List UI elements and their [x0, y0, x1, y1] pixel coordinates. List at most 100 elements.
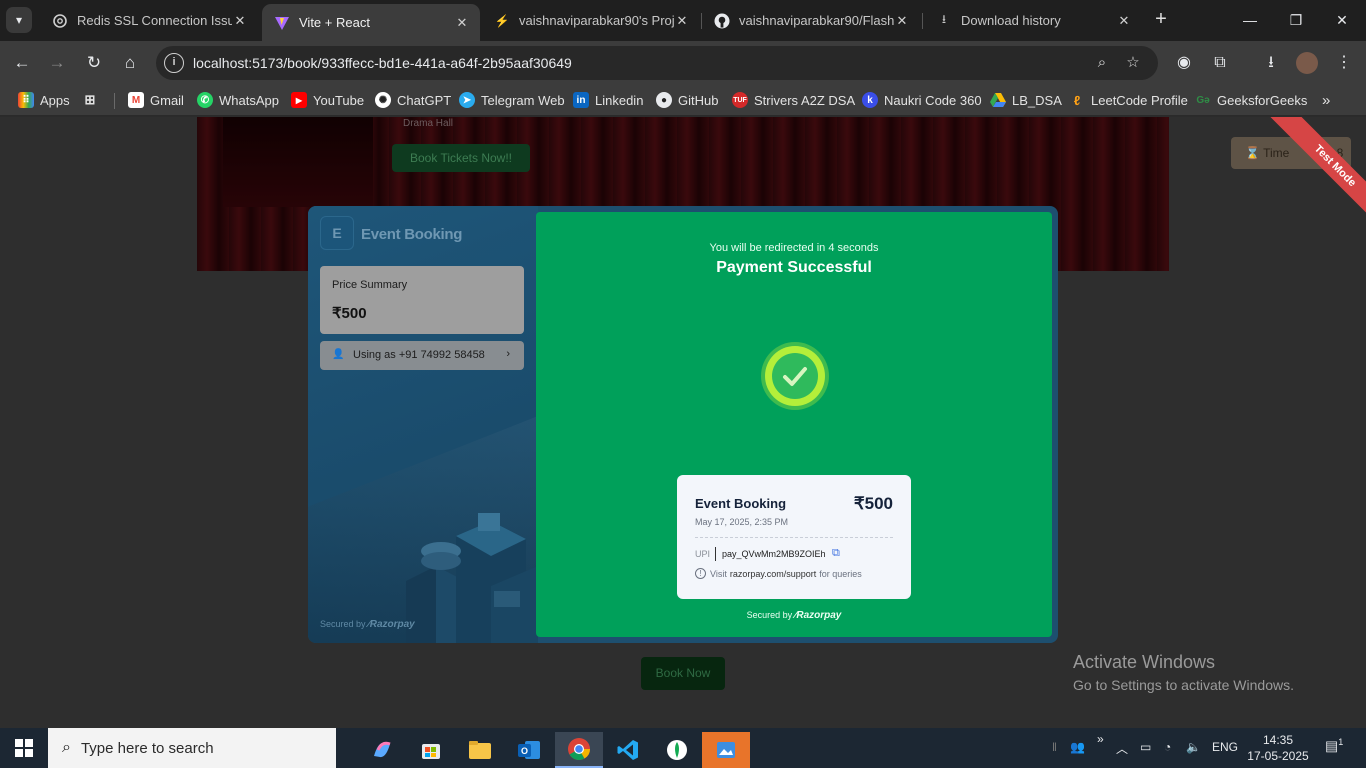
bookmark-star-icon[interactable]: ☆: [1123, 53, 1143, 73]
extension-icon[interactable]: ◉: [1173, 52, 1195, 74]
tab-github-repo[interactable]: vaishnaviparabkar90/FlashBo ✕: [702, 4, 920, 37]
browser-toolbar: ← → ↻ ⌂ i localhost:5173/book/933ffecc-b…: [0, 41, 1366, 85]
bookmark-github[interactable]: ● GitHub: [656, 91, 718, 109]
language-indicator[interactable]: ENG: [1212, 740, 1238, 754]
receipt-date: May 17, 2025, 2:35 PM: [695, 517, 789, 527]
tab-strip: ▾ Redis SSL Connection Issue ✕ Vite + Re…: [0, 0, 1366, 41]
tray-divider: ‖: [1052, 740, 1057, 754]
wifi-icon[interactable]: ◔: [1164, 740, 1171, 754]
bookmark-geeksforgeeks[interactable]: Gə GeeksforGeeks: [1195, 91, 1307, 109]
start-button[interactable]: [0, 728, 48, 768]
render-icon: ⚡: [494, 13, 510, 28]
back-button[interactable]: ←: [10, 51, 34, 75]
bookmark-chatgpt[interactable]: ✺ ChatGPT: [375, 91, 451, 109]
support-link[interactable]: razorpay.com/support: [730, 569, 816, 579]
minimize-button[interactable]: —: [1236, 8, 1264, 32]
book-now-button[interactable]: Book Now: [641, 657, 725, 690]
microsoft-store-icon[interactable]: [407, 732, 455, 768]
contact-text: Using as +91 74992 58458: [353, 349, 485, 361]
bookmark-whatsapp[interactable]: ✆ WhatsApp: [197, 91, 279, 109]
address-bar[interactable]: i localhost:5173/book/933ffecc-bd1e-441a…: [156, 46, 1158, 80]
extensions-puzzle-icon[interactable]: ⧉: [1209, 52, 1231, 74]
site-info-icon[interactable]: i: [164, 53, 184, 73]
bookmark-linkedin[interactable]: in Linkedin: [573, 91, 643, 109]
secured-by-label: Secured by: [320, 619, 366, 629]
contact-selector[interactable]: 👤 Using as +91 74992 58458 ›: [320, 341, 524, 370]
new-tab-button[interactable]: +: [1149, 8, 1173, 32]
price-summary-label: Price Summary: [332, 279, 408, 291]
chrome-taskbar-icon[interactable]: [555, 732, 603, 768]
tab-redis[interactable]: Redis SSL Connection Issue ✕: [40, 4, 258, 37]
checkout-summary-pane: E Event Booking Price Summary ₹500 👤 Usi…: [308, 206, 538, 643]
zoom-icon[interactable]: ⌕: [1092, 53, 1112, 73]
event-venue: Drama Hall: [403, 118, 454, 129]
close-icon[interactable]: ✕: [894, 13, 910, 29]
bookmark-label: Telegram Web: [481, 92, 565, 108]
payment-method: UPI: [695, 549, 711, 559]
url-text[interactable]: localhost:5173/book/933ffecc-bd1e-441a-a…: [193, 55, 572, 71]
copilot-icon[interactable]: [358, 732, 406, 768]
support-note: ! Visit razorpay.com/support for queries: [695, 568, 862, 579]
close-icon[interactable]: ✕: [1116, 13, 1132, 29]
close-icon[interactable]: ✕: [674, 13, 690, 29]
search-icon: ⌕: [62, 739, 71, 756]
people-icon[interactable]: 👥: [1070, 740, 1085, 754]
receipt-amount: ₹500: [853, 494, 893, 513]
outlook-icon[interactable]: O: [505, 732, 553, 768]
menu-kebab-icon[interactable]: ⋮: [1333, 52, 1355, 74]
bookmark-label: YouTube: [313, 92, 365, 108]
razorpay-logo: ⁄Razorpay: [794, 610, 842, 621]
bookmark-strivers[interactable]: TUF Strivers A2Z DSA: [732, 91, 855, 109]
downloads-icon[interactable]: ⭳: [1260, 52, 1282, 74]
page-content: Drama Hall Book Tickets Now!! ⌛ Time 8 T…: [0, 117, 1366, 728]
forward-button[interactable]: →: [45, 51, 69, 75]
github-icon: [714, 13, 730, 29]
tab-vite-react[interactable]: Vite + React ✕: [262, 4, 480, 41]
bookmark-label: LeetCode Profile: [1091, 92, 1188, 108]
download-icon: ⭳: [941, 12, 947, 26]
bookmark-leetcode[interactable]: ℓ LeetCode Profile: [1069, 91, 1188, 109]
vite-icon: [274, 15, 290, 31]
redirect-countdown: You will be redirected in 4 seconds: [709, 242, 879, 254]
file-explorer-icon[interactable]: [456, 732, 504, 768]
success-check-icon: [765, 346, 825, 406]
bookmark-lb-dsa[interactable]: LB_DSA: [990, 91, 1062, 109]
openai-icon: ✺: [375, 92, 391, 108]
profile-avatar[interactable]: [1296, 52, 1318, 74]
bookmark-label: Strivers A2Z DSA: [754, 92, 856, 108]
copy-icon[interactable]: ⧉: [832, 547, 840, 560]
secured-by-label: Secured by: [746, 610, 793, 620]
volume-icon[interactable]: 🔈: [1186, 740, 1201, 754]
bookmark-youtube[interactable]: ▶ YouTube: [291, 91, 364, 109]
paint-app-icon[interactable]: [702, 732, 750, 768]
tab-download-history[interactable]: ⭳ Download history ✕: [924, 4, 1142, 37]
home-button[interactable]: ⌂: [118, 51, 142, 75]
restore-button[interactable]: ❐: [1282, 8, 1310, 32]
vscode-icon[interactable]: [604, 732, 652, 768]
book-tickets-button[interactable]: Book Tickets Now!!: [392, 144, 530, 172]
notification-icon[interactable]: ▤1: [1325, 737, 1343, 755]
close-icon[interactable]: ✕: [232, 13, 248, 29]
chevron-overflow-icon[interactable]: »: [1097, 732, 1104, 746]
bookmark-apps[interactable]: ⠿ Apps: [18, 91, 70, 109]
price-summary-card: Price Summary ₹500: [320, 266, 524, 334]
bookmark-gmail[interactable]: M Gmail: [128, 91, 184, 109]
bookmark-tab-groups[interactable]: ⊞: [82, 91, 104, 109]
payment-id[interactable]: pay_QVwMm2MB9ZOIEh: [722, 549, 826, 559]
close-icon[interactable]: ✕: [454, 15, 470, 31]
bookmarks-overflow-icon[interactable]: »: [1322, 91, 1330, 109]
taskbar-search[interactable]: ⌕ Type here to search: [48, 728, 336, 768]
close-window-button[interactable]: ✕: [1328, 8, 1356, 32]
reload-button[interactable]: ↻: [82, 51, 106, 75]
bookmark-label: LB_DSA: [1012, 92, 1062, 108]
system-clock[interactable]: 14:35 17-05-2025: [1243, 732, 1313, 764]
chevron-up-icon[interactable]: ︿: [1116, 740, 1128, 757]
tab-render-project[interactable]: ⚡ vaishnaviparabkar90's Projec ✕: [482, 4, 700, 37]
mongodb-compass-icon[interactable]: [653, 732, 701, 768]
battery-icon[interactable]: ▭: [1140, 740, 1151, 754]
bookmark-telegram[interactable]: ➤ Telegram Web: [459, 91, 565, 109]
bookmark-naukri[interactable]: k Naukri Code 360: [862, 91, 982, 109]
tab-search-button[interactable]: ▾: [6, 7, 32, 33]
tab-title: vaishnaviparabkar90's Projec: [519, 13, 674, 28]
bookmark-label: GeeksforGeeks: [1217, 92, 1308, 108]
